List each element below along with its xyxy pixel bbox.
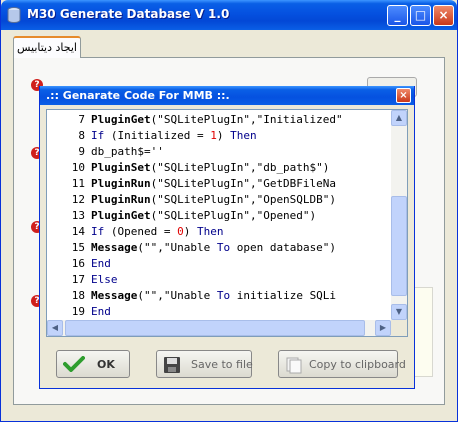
line-number: 10 [71,161,85,174]
copy-to-clipboard-button[interactable]: Copy to clipboard [278,350,406,378]
code-line: 14 If (Opened = 0) Then [47,224,393,240]
code-line: 7 PluginGet("SQLitePlugIn","Initialized" [47,112,393,128]
horizontal-scrollbar[interactable]: ◀ ▶ [47,320,407,336]
code-token: Message [91,289,138,302]
tab-create-database[interactable]: ایجاد دیتابیس [13,36,81,58]
clipboard-icon [286,357,302,374]
window-title: M30 Generate Database V 1.0 [27,7,230,21]
dialog-close-icon[interactable]: × [396,88,411,103]
code-token: 1 [210,129,217,142]
app-icon [7,7,21,23]
code-token: Then [196,225,224,238]
ok-button-label: OK [97,358,115,371]
copy-to-clipboard-label: Copy to clipboard [309,358,406,371]
line-number: 16 [71,257,85,270]
code-token: (Opened = [104,225,178,238]
main-window: M30 Generate Database V 1.0 _ □ × ایجاد … [0,0,458,422]
minimize-icon[interactable]: _ [387,5,408,26]
vertical-scroll-thumb[interactable] [391,196,407,296]
code-token: End [91,305,111,318]
code-line: 9 db_path$='' [47,144,393,160]
scroll-down-icon[interactable]: ▼ [391,304,407,320]
generate-code-dialog: .:: Genarate Code For MMB ::. × 7PluginG… [39,86,415,389]
floppy-disk-icon [164,357,180,373]
line-number: 8 [78,129,85,142]
code-token: ("SQLitePlugIn","Opened") [150,209,317,222]
code-line: 8 If (Initialized = 1) Then [47,128,393,144]
code-token: Else [91,273,118,286]
save-to-file-button[interactable]: Save to file [156,350,253,378]
ok-button[interactable]: OK [56,350,130,378]
dialog-title: .:: Genarate Code For MMB ::. [46,89,230,102]
code-token: If [91,129,105,142]
code-token: 0 [177,225,184,238]
code-token: ("","Unable [137,289,217,302]
code-token: ("SQLitePlugIn","GetDBFileNa [150,177,337,190]
line-number: 11 [71,177,85,190]
code-token: PluginSet [91,161,151,174]
code-token: (Initialized = [104,129,211,142]
line-number: 17 [71,273,85,286]
scrollbar-corner [391,320,407,336]
code-token: To [216,241,231,254]
maximize-icon[interactable]: □ [410,5,431,26]
dialog-title-bar[interactable]: .:: Genarate Code For MMB ::. × [40,86,414,105]
close-icon[interactable]: × [433,5,454,26]
code-token: PluginRun [91,177,151,190]
line-number: 15 [71,241,85,254]
line-number: 14 [71,225,85,238]
line-number: 18 [71,289,85,302]
code-line: 16 End [47,256,393,272]
code-token: Then [230,129,257,142]
vertical-scrollbar[interactable]: ▲ ▼ [391,110,407,320]
code-line: 18 Message("","Unable To initialize SQLi [47,288,393,304]
scroll-right-icon[interactable]: ▶ [375,320,391,336]
code-line: 10 PluginSet("SQLitePlugIn","db_path$") [47,160,393,176]
code-token: Message [91,241,138,254]
code-token: ("","Unable [137,241,217,254]
save-to-file-label: Save to file [191,358,253,371]
line-number: 12 [71,193,85,206]
code-area[interactable]: 7 PluginGet("SQLitePlugIn","Initialized" 8… [47,112,393,320]
code-line: 13 PluginGet("SQLitePlugIn","Opened") [47,208,393,224]
title-bar[interactable]: M30 Generate Database V 1.0 _ □ × [1,0,457,30]
checkmark-icon [63,356,85,372]
code-line: 15 Message("","Unable To open database") [47,240,393,256]
code-token: PluginGet [91,113,151,126]
code-token: PluginGet [91,209,151,222]
code-token: ("SQLitePlugIn","OpenSQLDB") [150,193,337,206]
code-token: initialize SQLi [230,289,337,302]
code-token: ("SQLitePlugIn","Initialized" [150,113,343,126]
scroll-up-icon[interactable]: ▲ [391,110,407,126]
code-token: If [91,225,105,238]
code-token: ) [216,129,231,142]
horizontal-scroll-thumb[interactable] [65,320,365,336]
line-number: 19 [71,305,85,318]
code-line: 19 End [47,304,393,320]
code-token: ("SQLitePlugIn","db_path$") [150,161,330,174]
code-editor[interactable]: 7 PluginGet("SQLitePlugIn","Initialized" 8… [46,109,408,337]
line-number: 9 [78,145,85,158]
code-token: open database") [230,241,337,254]
code-token: PluginRun [91,193,151,206]
code-token: End [91,257,111,270]
code-line: 12 PluginRun("SQLitePlugIn","OpenSQLDB") [47,192,393,208]
code-token: To [216,289,231,302]
code-token: ) [183,225,197,238]
code-token: db_path$='' [91,145,164,158]
code-line: 17 Else [47,272,393,288]
code-line: 11 PluginRun("SQLitePlugIn","GetDBFileNa [47,176,393,192]
line-number: 13 [71,209,85,222]
scroll-left-icon[interactable]: ◀ [47,320,63,336]
line-number: 7 [78,113,85,126]
